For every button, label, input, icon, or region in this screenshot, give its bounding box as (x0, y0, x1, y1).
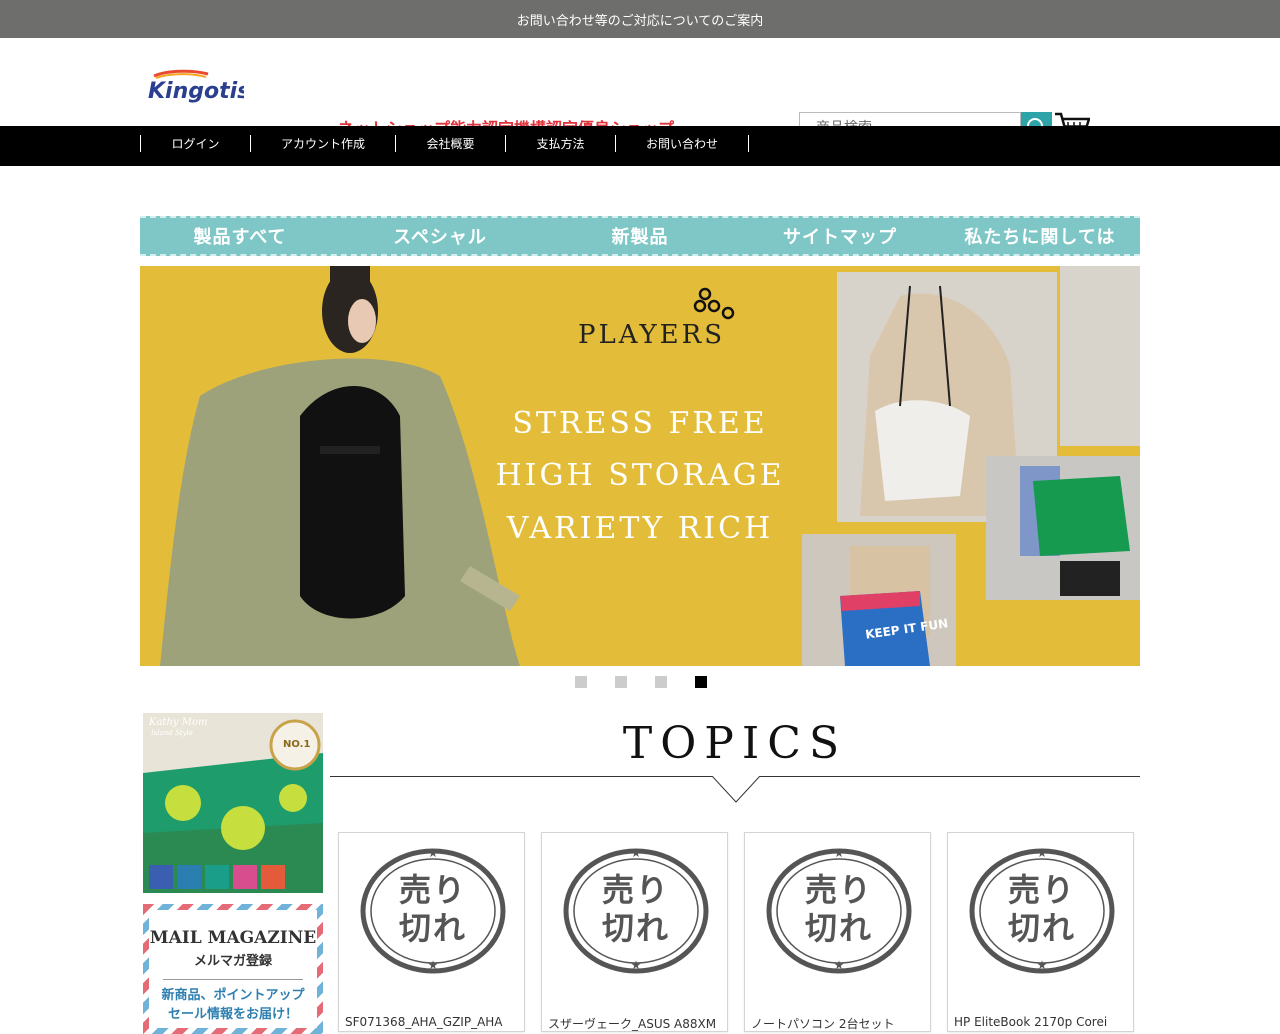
svg-text:★: ★ (1037, 846, 1048, 860)
svg-text:★: ★ (1037, 958, 1048, 972)
menu-specials[interactable]: スペシャル (340, 218, 540, 254)
product-name[interactable]: HP EliteBook 2170p Corei (954, 1015, 1130, 1029)
hero-tagline-1: STRESS FREE (512, 406, 768, 441)
sold-out-stamp-text: 売り 切れ (1007, 871, 1076, 947)
menu-all-products[interactable]: 製品すべて (140, 218, 340, 254)
slide-dot-1[interactable] (575, 676, 587, 688)
notice-text[interactable]: お問い合わせ等のご対応についてのご案内 (517, 10, 764, 29)
kathy-mom-brand: Kathy Mom (149, 717, 208, 728)
nav-login[interactable]: ログイン (140, 135, 250, 152)
menu-new-products[interactable]: 新製品 (540, 218, 740, 254)
menu-sitemap[interactable]: サイトマップ (740, 218, 940, 254)
hero-tagline-2: HIGH STORAGE (495, 458, 785, 493)
svg-text:★: ★ (631, 958, 642, 972)
hero-banner[interactable]: PLAYERS STRESS FREE HIGH STORAGE VARIETY… (140, 266, 1140, 666)
slider-pagination (575, 676, 735, 688)
hero-tagline-3: VARIETY RICH (506, 511, 774, 546)
nav-create-account[interactable]: アカウント作成 (250, 135, 395, 152)
mail-magazine-title: MAIL MAGAZINE (149, 928, 317, 948)
main-menu: 製品すべて スペシャル 新製品 サイトマップ 私たちに関しては (140, 216, 1140, 256)
topics-heading: TOPICS (622, 718, 848, 769)
site-logo[interactable]: Kingotis (148, 68, 250, 104)
rank-badge: NO.1 (283, 739, 311, 750)
svg-text:★: ★ (428, 958, 439, 972)
slide-dot-2[interactable] (615, 676, 627, 688)
sold-out-stamp-text: 売り 切れ (804, 871, 873, 947)
svg-text:Kingotis: Kingotis (148, 79, 244, 104)
topics-product-list: ★ ★ 売り 切れ SF071368_AHA_GZIP_AHA ★ ★ 売り 切れ … (338, 832, 1150, 1032)
nav-company[interactable]: 会社概要 (395, 135, 505, 152)
menu-about-us[interactable]: 私たちに関しては (940, 218, 1140, 254)
mail-magazine-line-1: 新商品、ポイントアップ (161, 988, 305, 1003)
mail-magazine-subtitle: メルマガ登録 (193, 954, 272, 969)
mail-magazine-banner[interactable]: MAIL MAGAZINE メルマガ登録 新商品、ポイントアップ セール情報をお… (143, 904, 323, 1034)
kathy-mom-brand-sub: Island Style (151, 729, 193, 737)
svg-text:★: ★ (834, 846, 845, 860)
chevron-down-icon (712, 776, 760, 803)
slide-dot-4[interactable] (695, 676, 707, 688)
product-card[interactable]: ★ ★ 売り 切れ スザーヴェーク_ASUS A88XM (541, 832, 728, 1032)
account-nav: ログイン アカウント作成 会社概要 支払方法 お問い合わせ (0, 126, 1280, 166)
kathy-mom-banner[interactable]: Kathy Mom Island Style NO.1 (143, 713, 323, 893)
notice-bar[interactable]: お問い合わせ等のご対応についてのご案内 (0, 0, 1280, 38)
product-name[interactable]: SF071368_AHA_GZIP_AHA (345, 1015, 521, 1029)
nav-contact[interactable]: お問い合わせ (615, 135, 749, 152)
site-header: Kingotis ネットショップ能力認定機構認定優良ショップ (0, 38, 1280, 144)
mail-magazine-line-2: セール情報をお届け！ (167, 1007, 298, 1022)
sold-out-stamp-text: 売り 切れ (601, 871, 670, 947)
mail-magazine-divider (163, 979, 303, 980)
sold-out-stamp-text: 売り 切れ (398, 871, 467, 947)
product-card[interactable]: ★ ★ 売り 切れ HP EliteBook 2170p Corei (947, 832, 1134, 1032)
hero-brand-name: PLAYERS (578, 320, 726, 350)
product-card[interactable]: ★ ★ 売り 切れ SF071368_AHA_GZIP_AHA (338, 832, 525, 1032)
nav-payment[interactable]: 支払方法 (505, 135, 615, 152)
svg-text:★: ★ (428, 846, 439, 860)
slide-dot-3[interactable] (655, 676, 667, 688)
product-card[interactable]: ★ ★ 売り 切れ ノートパソコン 2台セット (744, 832, 931, 1032)
svg-text:★: ★ (834, 958, 845, 972)
svg-text:★: ★ (631, 846, 642, 860)
